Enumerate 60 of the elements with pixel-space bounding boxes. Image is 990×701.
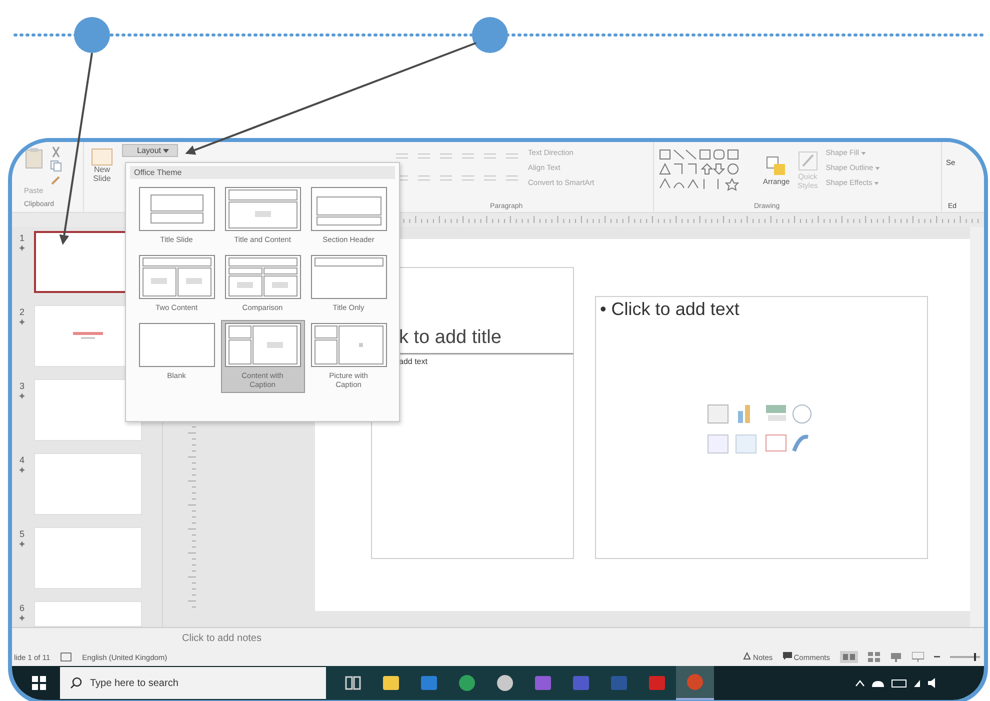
placeholder-text: k to add title xyxy=(399,327,502,349)
content-placeholder[interactable]: • Click to add text xyxy=(595,296,928,559)
menu-header: Office Theme xyxy=(134,168,182,177)
layout-preview-icon xyxy=(224,255,300,299)
layout-preview-icon xyxy=(138,255,214,299)
reading-view-icon[interactable] xyxy=(890,652,902,662)
app-icon xyxy=(686,673,704,691)
transition-icon xyxy=(19,615,25,621)
start-icon[interactable] xyxy=(32,676,46,690)
app-icon xyxy=(496,674,514,692)
layout-preview-icon xyxy=(138,187,214,231)
slide-number: 2 xyxy=(19,307,24,317)
placeholder-text: add text xyxy=(399,357,428,366)
title-lines-icon xyxy=(73,332,103,340)
transition-icon xyxy=(19,245,25,251)
app-icon xyxy=(458,674,476,692)
arrange-icon xyxy=(765,154,788,176)
comment-icon xyxy=(782,652,792,660)
search-field[interactable]: Type here to search xyxy=(60,667,326,699)
layout-preview-icon xyxy=(224,187,300,231)
transition-icon xyxy=(19,541,25,547)
app-icon xyxy=(344,674,362,692)
caret-icon xyxy=(861,152,866,155)
new-slide-button[interactable]: New Slide xyxy=(84,142,120,212)
layout-button[interactable]: Layout xyxy=(122,144,178,157)
spelling-icon[interactable] xyxy=(60,652,72,662)
layout-preview-icon xyxy=(224,323,300,367)
quick-styles-icon xyxy=(796,150,819,172)
slide-number: 5 xyxy=(19,529,24,539)
app-icon xyxy=(572,674,590,692)
scrollbar[interactable] xyxy=(970,227,984,627)
app-icon xyxy=(420,674,438,692)
notes-field[interactable]: Click to add notes xyxy=(182,632,262,644)
layout-preview-icon xyxy=(310,187,386,231)
new-slide-icon xyxy=(91,148,113,166)
app-icon xyxy=(382,674,400,692)
app-icon xyxy=(610,674,628,692)
app-icon xyxy=(648,674,666,692)
transition-icon xyxy=(19,319,25,325)
slide-number: 4 xyxy=(19,455,24,465)
transition-icon xyxy=(19,467,25,473)
slide-number: 3 xyxy=(19,381,24,391)
layout-preview-icon xyxy=(310,323,386,367)
slide-number: 6 xyxy=(19,603,24,613)
normal-view-icon[interactable] xyxy=(840,651,858,663)
slide-sorter-icon[interactable] xyxy=(868,652,880,662)
cut-icon[interactable] xyxy=(50,146,62,158)
layout-preview-icon xyxy=(310,255,386,299)
caret-icon xyxy=(875,167,880,170)
search-icon xyxy=(70,677,82,689)
slide-number: 1 xyxy=(19,233,24,243)
layout-preview-icon xyxy=(138,323,214,367)
brush-icon[interactable] xyxy=(50,174,62,186)
app-icon xyxy=(534,674,552,692)
caret-icon xyxy=(874,182,880,185)
slideshow-icon[interactable] xyxy=(912,652,924,662)
transition-icon xyxy=(19,393,25,399)
caret-icon xyxy=(163,149,170,153)
notes-icon xyxy=(742,652,751,660)
copy-icon[interactable] xyxy=(50,160,62,172)
